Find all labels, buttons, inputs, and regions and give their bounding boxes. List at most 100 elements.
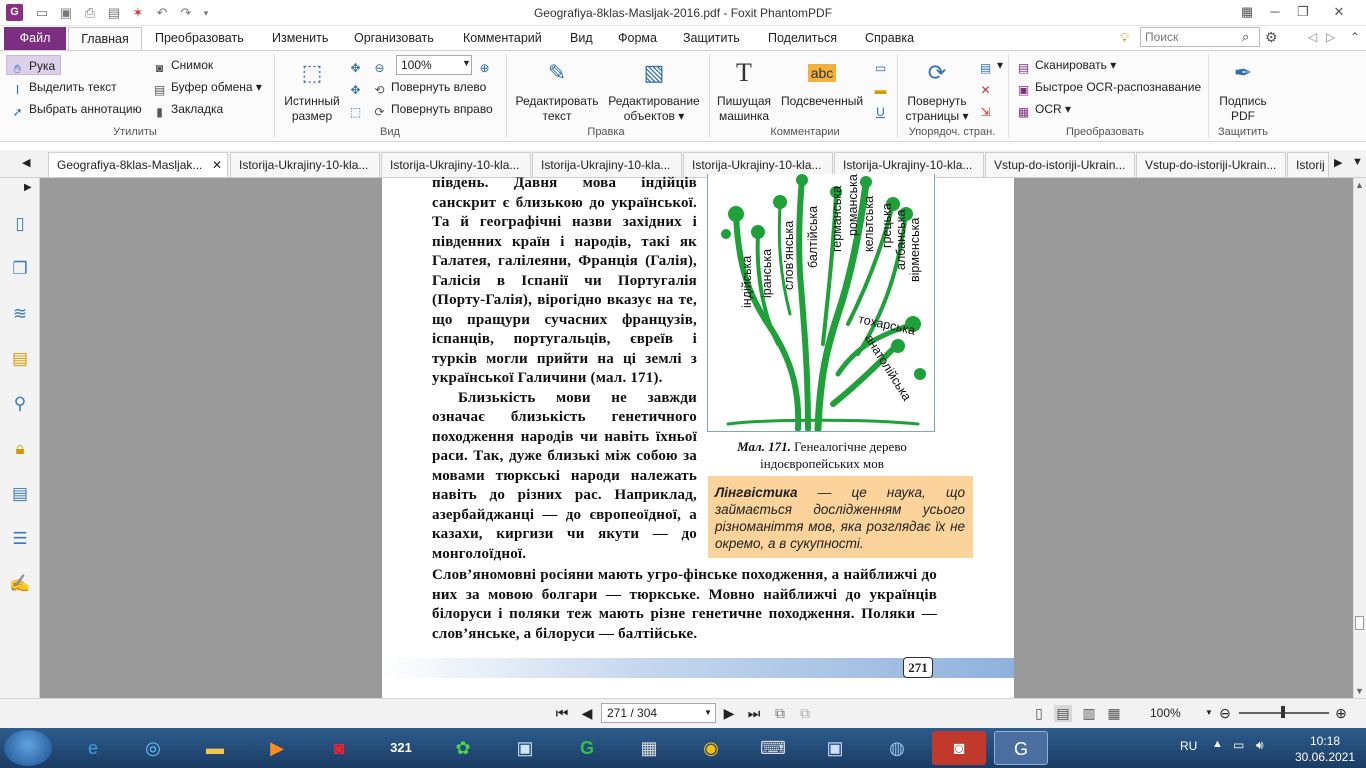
next-page-icon[interactable]: ▶	[720, 705, 738, 722]
tray-expand-icon[interactable]: ▲	[1212, 738, 1223, 750]
doc-tab[interactable]: Istorija-Ukrajiny-10-kla...	[230, 152, 380, 177]
zoom-out-icon[interactable]: ⊖	[1216, 705, 1234, 722]
facing-view-icon[interactable]: ▥	[1080, 705, 1098, 722]
network-icon[interactable]: ▭	[1233, 738, 1244, 752]
chrome-icon[interactable]: ◉	[684, 731, 738, 765]
document-search-icon[interactable]: ▤	[8, 482, 32, 506]
tabs-scroll-left-icon[interactable]: ◀	[22, 156, 30, 169]
screenshot-icon[interactable]: ◙	[312, 731, 366, 765]
continuous-view-icon[interactable]: ▤	[1054, 705, 1072, 722]
doc-tab-active[interactable]: Geografiya-8klas-Masljak...	[48, 152, 228, 177]
tab-comment[interactable]: Комментарий	[457, 27, 548, 50]
keyboard-icon[interactable]: ⌨	[746, 731, 800, 765]
clover-icon[interactable]: ✿	[436, 731, 490, 765]
delete-page-icon[interactable]: ✕	[978, 77, 997, 97]
hand-tool-button[interactable]: ✋︎ Рука	[6, 55, 61, 76]
layers-icon[interactable]: ≋	[8, 302, 32, 326]
scrollbar-thumb[interactable]	[1355, 616, 1364, 630]
rotate-left-button[interactable]: ⟲ Повернуть влево	[372, 77, 486, 97]
page-thumbnail-icon[interactable]: ▯	[8, 212, 32, 236]
zoom-select[interactable]: 100%	[396, 55, 472, 75]
underline-icon[interactable]: U	[873, 99, 892, 119]
rotate-right-button[interactable]: ⟳ Повернуть вправо	[372, 99, 492, 119]
select-text-button[interactable]: Ⅰ Выделить текст	[10, 77, 117, 97]
close-icon[interactable]: ✕	[1330, 3, 1348, 21]
sign-pdf-button[interactable]: ✒ Подпись PDF	[1212, 56, 1274, 124]
zoom-out-icon[interactable]: ⊖	[372, 55, 391, 75]
zoom-slider-handle[interactable]	[1281, 706, 1285, 718]
settings-gear-icon[interactable]: ⚙	[1265, 29, 1278, 46]
ocr-button[interactable]: ▦ OCR ▾	[1016, 99, 1071, 119]
tab-form[interactable]: Форма	[612, 27, 663, 50]
zoom-in-icon[interactable]: ⊕	[1332, 705, 1350, 722]
doc-tab[interactable]: Istorij	[1287, 152, 1329, 177]
clipboard-button[interactable]: ▤ Буфер обмена ▾	[152, 77, 262, 97]
qb-icon[interactable]: ◍	[870, 731, 924, 765]
tab-organize[interactable]: Организовать	[348, 27, 440, 50]
fit-width-icon[interactable]: ✥	[348, 77, 367, 97]
lightbulb-icon[interactable]: 💡︎	[1120, 30, 1129, 46]
ribbon-collapse-icon[interactable]: ⌃	[1350, 30, 1360, 44]
tab-share[interactable]: Поделиться	[762, 27, 843, 50]
zoom-in-icon[interactable]: ⊕	[477, 55, 496, 75]
control-icon[interactable]: ▣	[498, 731, 552, 765]
fields-icon[interactable]: ☰	[8, 527, 32, 551]
camera-icon[interactable]: ◙	[932, 731, 986, 765]
highlight-button[interactable]: abc Подсвеченный	[776, 56, 868, 109]
save-icon[interactable]: ▣	[808, 731, 862, 765]
comments-icon[interactable]: ▤	[8, 347, 32, 371]
expand-panel-icon[interactable]: ▶	[24, 182, 32, 193]
tab-file[interactable]: Файл	[4, 27, 66, 50]
select-annotation-button[interactable]: ➚ Выбрать аннотацию	[10, 99, 141, 119]
tab-convert[interactable]: Преобразовать	[149, 27, 250, 50]
edit-objects-button[interactable]: ▧ Редактирование объектов ▾	[604, 56, 704, 124]
snapshot-button[interactable]: ◙ Снимок	[152, 55, 213, 75]
last-page-icon[interactable]: ⏭	[745, 705, 763, 722]
explorer-icon[interactable]: ▬	[188, 731, 242, 765]
quick-ocr-button[interactable]: ▣ Быстрое OCR-распознавание	[1016, 77, 1201, 97]
edit-text-button[interactable]: ✎ Редактировать текст	[510, 56, 604, 124]
fit-page-icon[interactable]: ✥	[348, 55, 367, 75]
rotate-pages-button[interactable]: ⟳ Повернуть страницы ▾	[900, 56, 974, 124]
chevron-down-icon[interactable]: ▼	[462, 58, 471, 68]
media-icon[interactable]: ▶	[250, 731, 304, 765]
fit-visible-icon[interactable]: ⬚	[348, 99, 367, 119]
tabs-list-icon[interactable]: ▼	[1352, 156, 1363, 168]
zoom-level[interactable]: 100%	[1150, 706, 1181, 720]
bookmark-button[interactable]: ▮ Закладка	[152, 99, 223, 119]
close-tab-icon[interactable]: ✕	[212, 158, 222, 172]
language-indicator[interactable]: RU	[1180, 739, 1197, 753]
attachment-icon[interactable]: ⚲	[8, 392, 32, 416]
lock-icon[interactable]: 🔒︎	[8, 437, 32, 461]
previous-page-icon[interactable]: ◀	[578, 705, 596, 722]
scroll-down-icon[interactable]: ▼	[1355, 686, 1364, 696]
page-number-input[interactable]: 271 / 304	[601, 703, 716, 723]
single-page-view-icon[interactable]: ▯	[1030, 705, 1048, 722]
first-page-icon[interactable]: ⏮	[553, 705, 571, 722]
insert-page-icon[interactable]: ▤ ▾	[978, 55, 1003, 75]
layout-icon[interactable]: ▦	[1238, 3, 1256, 21]
continuous-facing-view-icon[interactable]: ▦	[1105, 705, 1123, 722]
pages-icon[interactable]: ❐	[8, 257, 32, 281]
rectangle-icon[interactable]: ▭	[873, 55, 892, 75]
actual-size-button[interactable]: ⬚ Истинный размер	[280, 56, 344, 124]
tab-home[interactable]: Главная	[68, 27, 142, 51]
start-button[interactable]	[4, 730, 52, 766]
typewriter-button[interactable]: T Пишущая машинка	[712, 56, 776, 124]
doc-tab[interactable]: Vstup-do-istoriji-Ukrain...	[985, 152, 1135, 177]
note-icon[interactable]: ▬	[873, 77, 892, 97]
calculator-icon[interactable]: ▦	[622, 731, 676, 765]
foxit-icon[interactable]: G	[994, 731, 1048, 765]
scan-button[interactable]: ▤ Сканировать ▾	[1016, 55, 1116, 75]
zoom-dropdown-icon[interactable]: ▼	[1205, 708, 1213, 717]
tabs-scroll-right-icon[interactable]: ▶	[1334, 156, 1342, 169]
signature-panel-icon[interactable]: ✍	[8, 572, 32, 596]
tab-edit[interactable]: Изменить	[266, 27, 334, 50]
next-view-icon[interactable]: ⧉	[796, 705, 814, 722]
scroll-up-icon[interactable]: ▲	[1355, 180, 1364, 190]
extract-page-icon[interactable]: ⇲	[978, 99, 997, 119]
ie-icon[interactable]: e	[66, 731, 120, 765]
volume-icon[interactable]: 🔊︎	[1256, 738, 1264, 753]
search-icon[interactable]: ⌕	[1242, 29, 1249, 45]
tab-view[interactable]: Вид	[564, 27, 599, 50]
